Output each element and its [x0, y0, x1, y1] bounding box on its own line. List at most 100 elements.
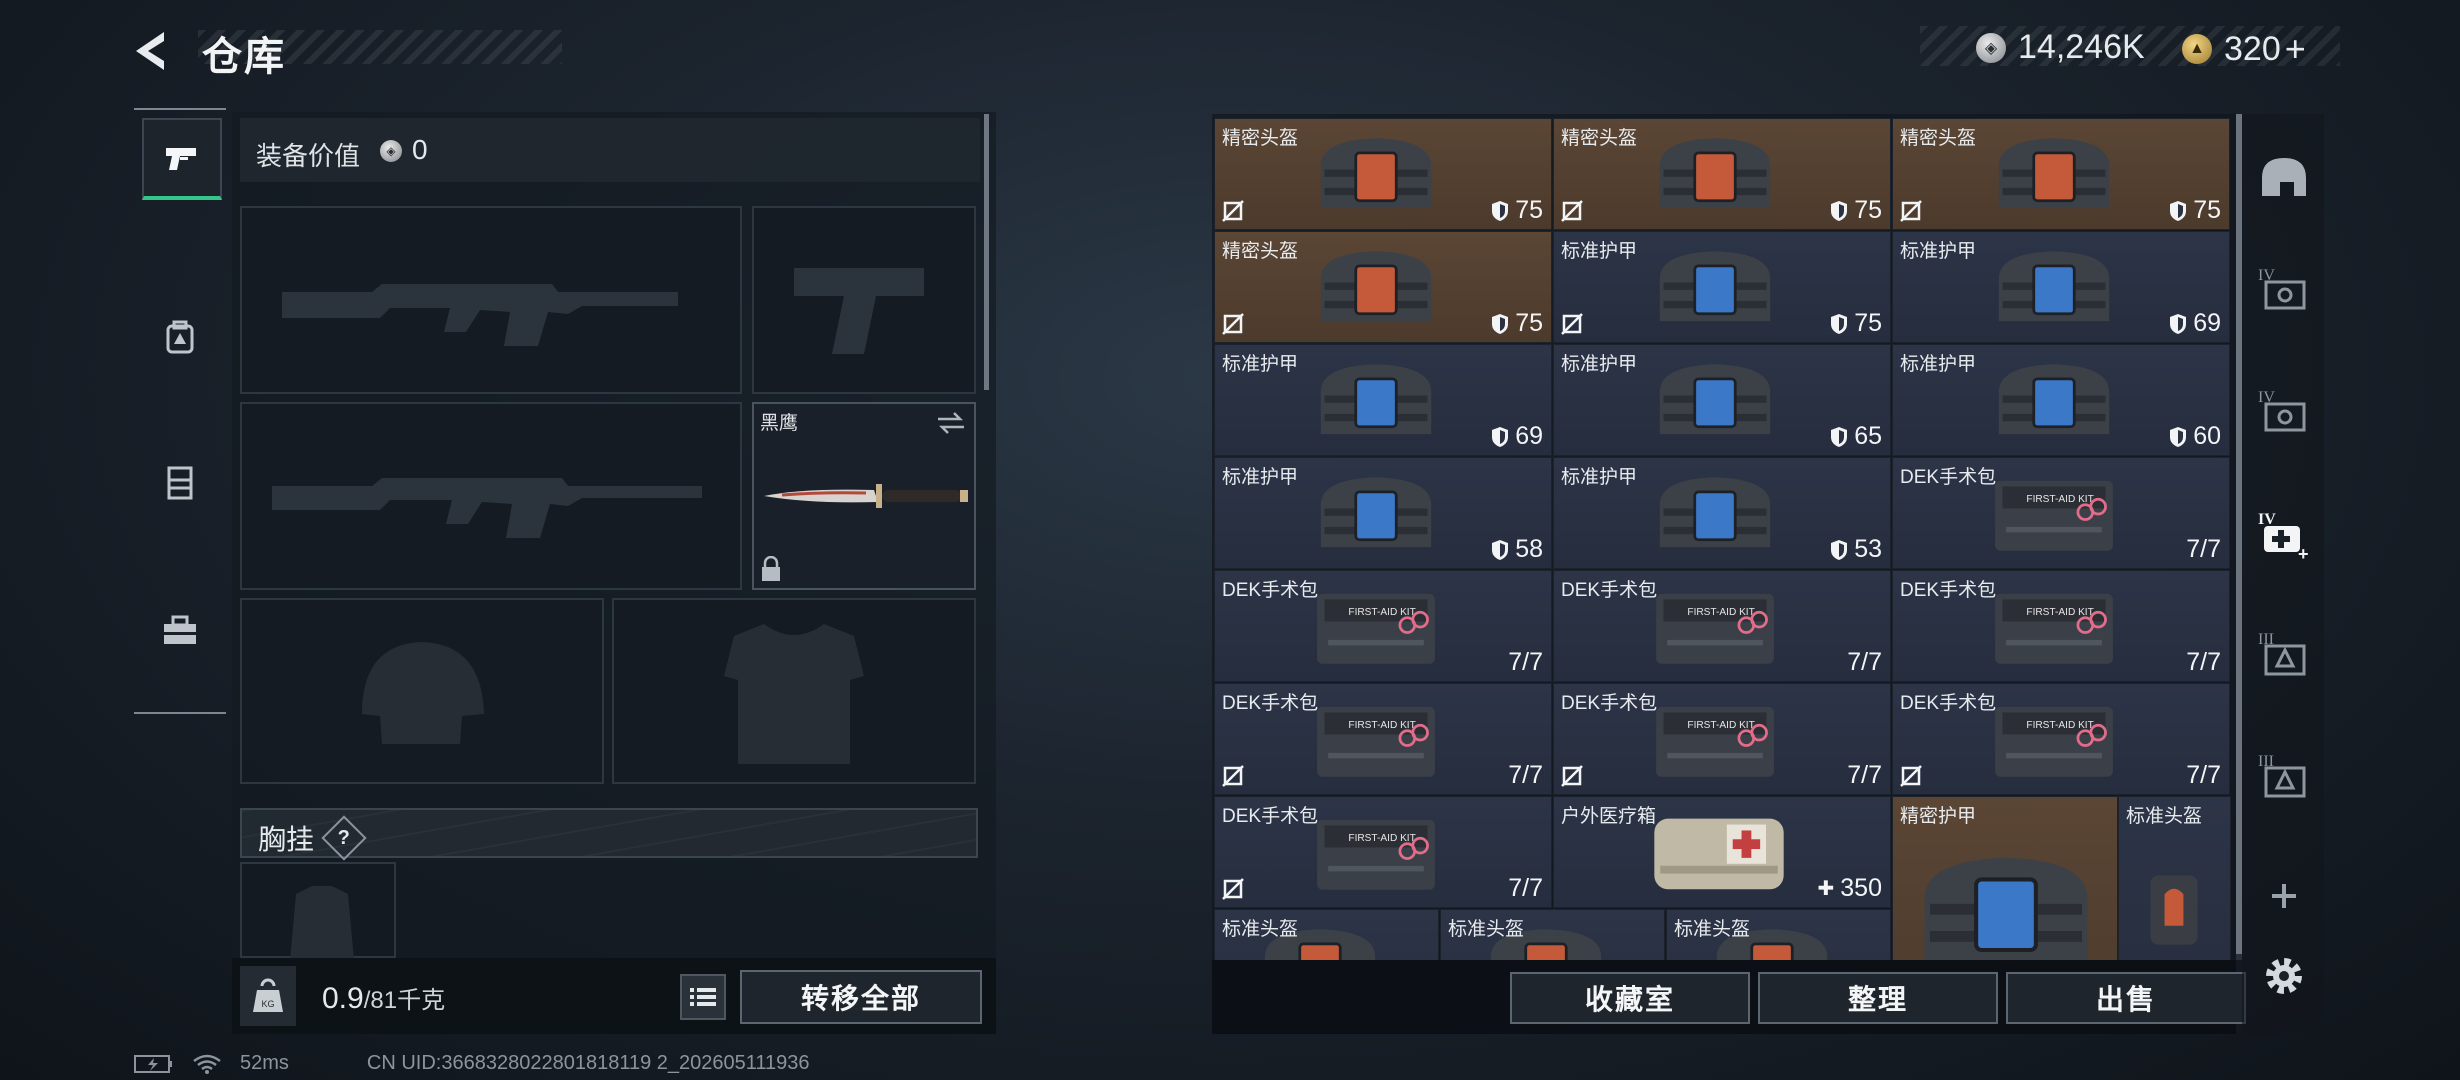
helmet-bag-icon	[1320, 251, 1432, 322]
transfer-all-button[interactable]: 转移全部	[740, 970, 982, 1024]
svg-text:FIRST-AID KIT: FIRST-AID KIT	[2026, 494, 2093, 505]
item-value: 75	[1491, 196, 1543, 225]
toolbox-icon	[164, 615, 196, 644]
inventory-item[interactable]: 标准护甲 75	[1553, 231, 1891, 343]
uninsured-icon	[1222, 878, 1244, 900]
inventory-item[interactable]: 标准头盔	[1666, 909, 1891, 960]
melee-slot[interactable]: 黑鹰	[752, 402, 976, 590]
inventory-item[interactable]: 标准护甲 69	[1214, 344, 1552, 456]
item-value: ✚ 350	[1818, 874, 1882, 903]
inventory-item[interactable]: 精密头盔 75	[1553, 118, 1891, 230]
armor-bag-icon	[1998, 251, 2110, 322]
silver-coin-icon: ◈	[1976, 32, 2006, 63]
back-arrow-icon[interactable]	[130, 28, 176, 74]
inventory-item[interactable]: 标准护甲 53	[1553, 457, 1891, 569]
pistol-icon	[166, 148, 196, 170]
inventory-item[interactable]: FIRST-AID KIT DEK手术包 7/7	[1553, 570, 1891, 682]
secondary-weapon-slot[interactable]	[752, 206, 976, 394]
inventory-item[interactable]: 精密头盔 75	[1214, 231, 1552, 343]
tab-vest[interactable]	[142, 444, 218, 520]
inventory-item[interactable]: 精密头盔 75	[1892, 118, 2230, 230]
equipment-value: 0	[412, 134, 428, 165]
equipment-scrollbar[interactable]	[984, 114, 989, 390]
shield-icon	[1492, 313, 1509, 334]
gold-currency[interactable]: ▲ 320 +	[2182, 28, 2306, 70]
primary-weapon-slot[interactable]	[240, 206, 742, 394]
first-aid-kit-icon: FIRST-AID KIT	[1995, 706, 2113, 777]
inventory-item[interactable]: 标准护甲 60	[1892, 344, 2230, 456]
item-value-text: 75	[1515, 309, 1543, 337]
settings-icon[interactable]	[2256, 948, 2312, 1004]
gold-add-icon[interactable]: +	[2285, 28, 2306, 70]
item-value: 7/7	[2186, 648, 2221, 677]
chest-rig-silhouette-icon	[290, 886, 354, 960]
item-name: 标准头盔	[1674, 919, 1751, 940]
svg-text:FIRST-AID KIT: FIRST-AID KIT	[1348, 607, 1415, 618]
medical-box-icon	[1654, 818, 1784, 890]
inventory-item[interactable]: 标准护甲 69	[1892, 231, 2230, 343]
inventory-item[interactable]: FIRST-AID KIT DEK手术包 7/7	[1892, 570, 2230, 682]
list-view-button[interactable]	[680, 974, 726, 1020]
inventory-item[interactable]: FIRST-AID KIT DEK手术包 7/7	[1553, 683, 1891, 795]
shield-icon	[2170, 426, 2187, 447]
inventory-item[interactable]: FIRST-AID KIT DEK手术包 7/7	[1214, 570, 1552, 682]
armor-slot[interactable]	[612, 598, 976, 784]
inventory-item[interactable]: FIRST-AID KIT DEK手术包 7/7	[1892, 683, 2230, 795]
inventory-item[interactable]: FIRST-AID KIT DEK手术包 7/7	[1214, 796, 1552, 908]
item-name: 精密头盔	[1222, 128, 1299, 149]
shield-icon	[2170, 313, 2187, 334]
helmet-bag-icon	[1998, 138, 2110, 209]
silver-amount: 14,246K	[2018, 28, 2145, 66]
first-aid-kit-icon: FIRST-AID KIT	[1995, 480, 2113, 551]
organize-button[interactable]: 整理	[1758, 972, 1998, 1024]
item-value-text: 69	[2193, 309, 2221, 337]
inventory-item[interactable]: 户外医疗箱 ✚ 350	[1553, 796, 1891, 908]
level-iv-rig-icon-2[interactable]: IV	[2256, 384, 2312, 440]
item-name: DEK手术包	[1561, 693, 1658, 714]
armor-silhouette-icon	[724, 624, 864, 764]
inventory-item[interactable]: 标准护甲 58	[1214, 457, 1552, 569]
level-iii-rig-icon[interactable]: III	[2256, 626, 2312, 682]
level-iii-rig-icon-2[interactable]: III	[2256, 748, 2312, 804]
inventory-item-large[interactable]: 精密护甲	[1892, 796, 2118, 960]
svg-text:FIRST-AID KIT: FIRST-AID KIT	[1348, 720, 1415, 731]
wifi-icon	[193, 1054, 221, 1074]
armor-bag-large-icon	[1924, 857, 2088, 960]
primary-weapon-slot-2[interactable]	[240, 402, 742, 590]
svg-text:FIRST-AID KIT: FIRST-AID KIT	[2026, 607, 2093, 618]
inventory-item[interactable]: 精密头盔 75	[1214, 118, 1552, 230]
helmet-filter-icon[interactable]	[2256, 150, 2312, 206]
stash-grid[interactable]: 精密头盔 75 精密头盔 75 精密头盔 75 精密头盔 75 标准护甲 75 标准护甲 69 标准护甲…	[1212, 114, 2236, 960]
item-value-text: 75	[1854, 196, 1882, 224]
inventory-item-tall[interactable]: 标准头盔	[2118, 796, 2231, 960]
tab-pistol[interactable]	[142, 118, 222, 200]
tab-backpack[interactable]	[142, 300, 218, 376]
sell-button[interactable]: 出售	[2006, 972, 2246, 1024]
item-name: 精密头盔	[1222, 241, 1299, 262]
collection-room-button[interactable]: 收藏室	[1510, 972, 1750, 1024]
add-icon[interactable]	[2256, 868, 2312, 924]
uninsured-icon	[1900, 200, 1922, 222]
help-icon[interactable]: ?	[321, 815, 367, 861]
uninsured-icon	[1561, 313, 1583, 335]
inventory-item[interactable]: 标准头盔	[1214, 909, 1439, 960]
first-aid-kit-icon: FIRST-AID KIT	[1317, 819, 1435, 890]
inventory-item[interactable]: FIRST-AID KIT DEK手术包 7/7	[1214, 683, 1552, 795]
chest-rig-label: 胸挂	[258, 824, 315, 855]
item-value-text: 60	[2193, 422, 2221, 450]
chest-rig-header: 胸挂 ?	[240, 808, 978, 861]
swap-icon[interactable]	[936, 410, 966, 436]
silver-currency: ◈ 14,246K	[1976, 28, 2145, 67]
level-iv-rig-icon[interactable]: IV	[2256, 262, 2312, 318]
inventory-item[interactable]: 标准护甲 65	[1553, 344, 1891, 456]
level-iv-medkit-icon[interactable]: IV +	[2256, 506, 2312, 562]
inventory-item[interactable]: FIRST-AID KIT DEK手术包 7/7	[1892, 457, 2230, 569]
first-aid-kit-icon: FIRST-AID KIT	[1317, 593, 1435, 664]
helmet-slot[interactable]	[240, 598, 604, 784]
chest-rig-slot[interactable]	[240, 862, 396, 960]
inventory-item[interactable]: 标准头盔	[1440, 909, 1665, 960]
item-value-text: 7/7	[1847, 648, 1882, 676]
item-value-text: 75	[2193, 196, 2221, 224]
tab-case[interactable]	[142, 592, 218, 668]
uninsured-icon	[1900, 765, 1922, 787]
